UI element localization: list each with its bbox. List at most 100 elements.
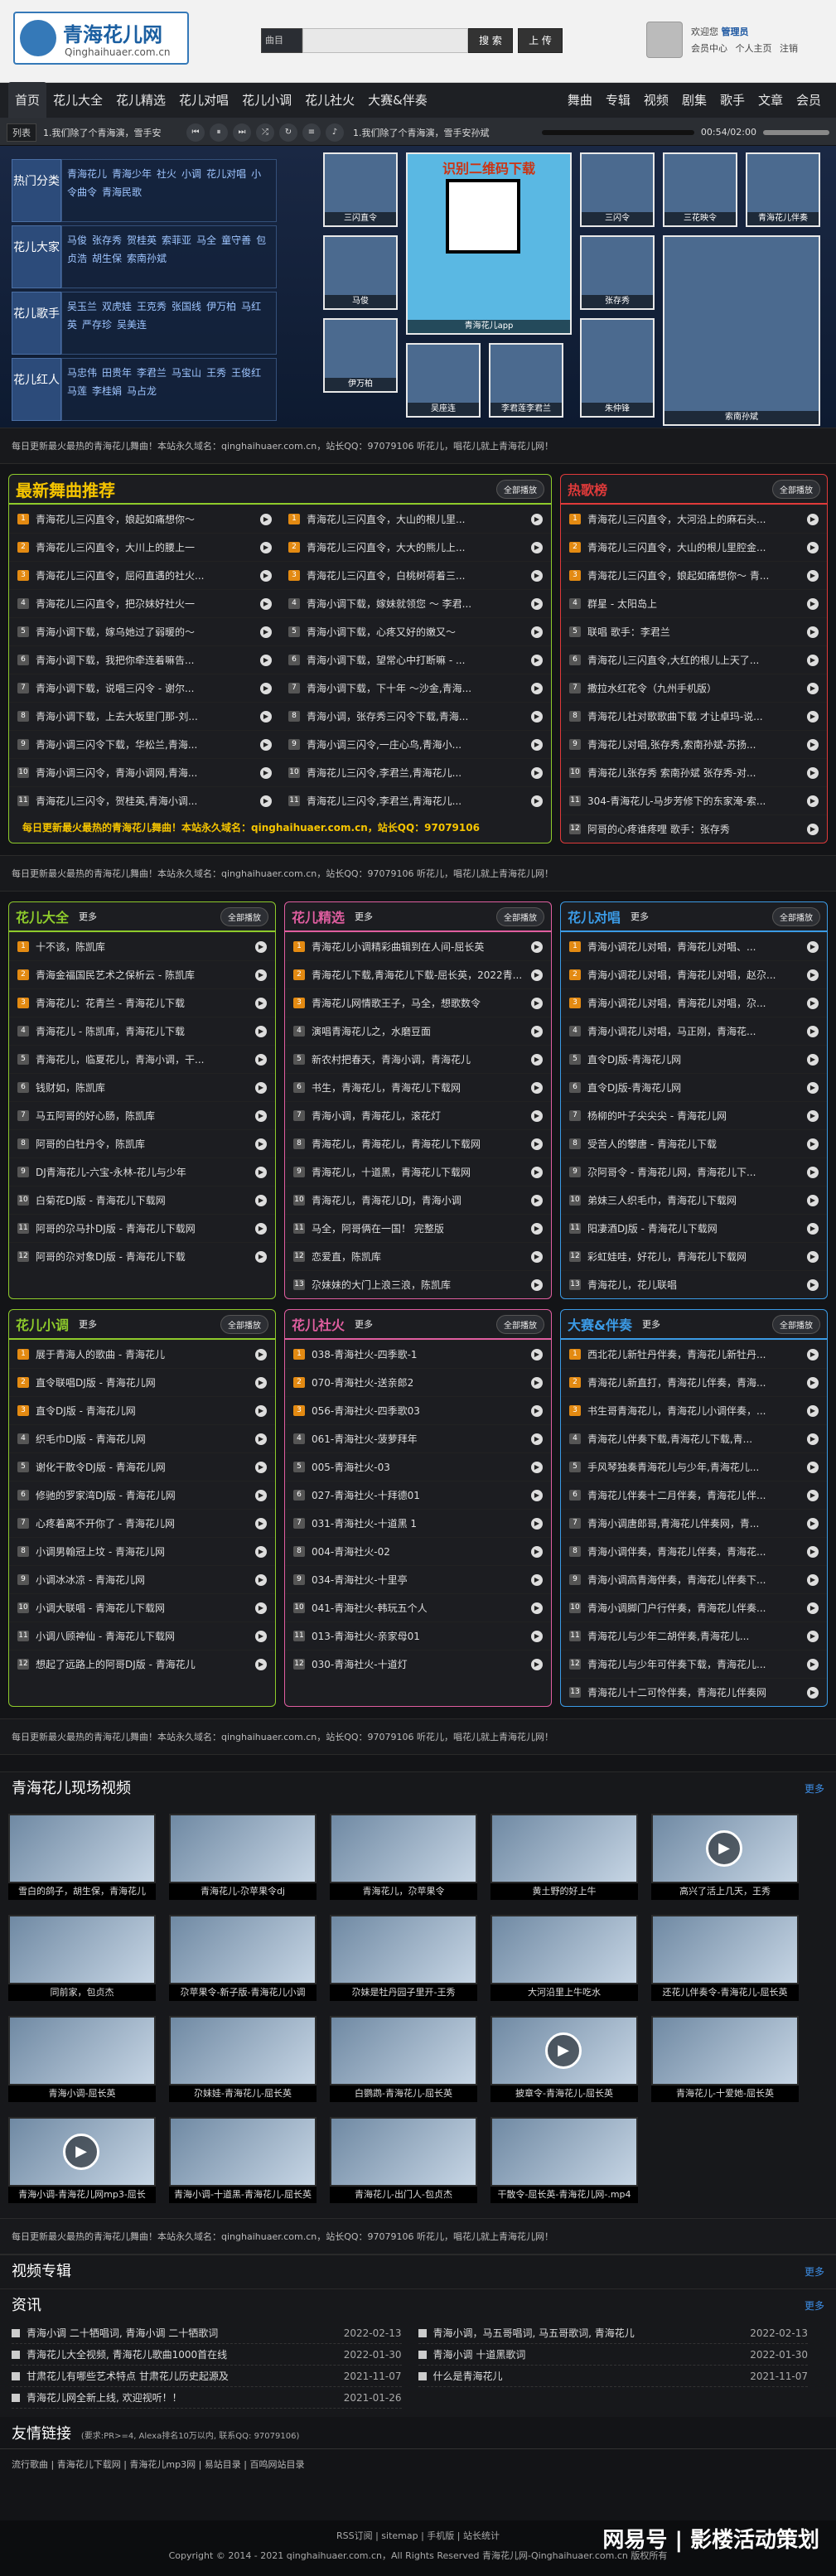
nav-item[interactable]: 花儿对唱 (172, 82, 235, 118)
play-icon[interactable]: ▶ (807, 795, 819, 807)
song-item[interactable]: 8 受苦人的攀唐 - 青海花儿下载 ▶ (561, 1129, 827, 1158)
song-title[interactable]: 青海花儿与少年二胡伴奏,青海花儿... (587, 1629, 807, 1643)
nav-item[interactable]: 大赛&伴奏 (361, 82, 434, 118)
volume-slider[interactable] (763, 129, 829, 135)
play-icon[interactable]: ▶ (260, 569, 272, 582)
nav-item[interactable]: 花儿社火 (298, 82, 361, 118)
album-more-link[interactable]: 更多 (805, 2255, 824, 2288)
singer-tile[interactable]: 索南孙斌 (663, 235, 820, 426)
song-item[interactable]: 9 青海小调高青海伴奏，青海花儿伴奏下... ▶ (561, 1565, 827, 1593)
song-item[interactable]: 8 青海小调伴奏，青海花儿伴奏，青海花... ▶ (561, 1537, 827, 1565)
play-icon[interactable]: ▶ (531, 1630, 543, 1642)
video-caption[interactable]: 同前家，包贞杰 (8, 1984, 156, 2001)
play-icon[interactable]: ▶ (255, 1433, 267, 1445)
video-card[interactable]: 还花儿伴奏令-青海花儿-屈长英 (651, 1915, 799, 2001)
song-item[interactable]: 9 青海花儿对唱,张存秀,索南孙斌-苏扬... ▶ (561, 730, 827, 758)
song-item[interactable]: 11 304-青海花儿-马步芳修下的东家淹-索... ▶ (561, 786, 827, 814)
play-icon[interactable]: ▶ (255, 1348, 267, 1360)
video-caption[interactable]: 白鹦鹉-青海花儿-屈长英 (330, 2085, 477, 2102)
song-title[interactable]: 013-青海社火-亲家母01 (312, 1629, 531, 1643)
song-title[interactable]: 青海小调花儿对唱，青海花儿对唱、... (587, 940, 807, 954)
video-card[interactable]: 青海花儿-尕苹果令dj (169, 1814, 317, 1900)
song-item[interactable]: 9 青海小调三闪令下载，华松兰,青海... ▶ (9, 730, 280, 758)
play-icon[interactable]: ▶ (260, 738, 272, 751)
song-item[interactable]: 3 青海花儿三闪直令，白桃树荷着三... ▶ (280, 561, 551, 589)
song-title[interactable]: 修驰的罗家湾DJ版 - 青海花儿网 (36, 1488, 255, 1502)
play-icon[interactable]: ▶ (807, 1517, 819, 1530)
video-card[interactable]: 同前家，包贞杰 (8, 1915, 156, 2001)
singer-tile[interactable]: 三闪直令 (323, 152, 398, 227)
song-item[interactable]: 3 直令DJ版 - 青海花儿网 ▶ (9, 1396, 275, 1424)
song-item[interactable]: 8 青海花儿，青海花儿，青海花儿下载网 ▶ (285, 1129, 551, 1158)
song-item[interactable]: 10 白菊花DJ版 - 青海花儿下载网 ▶ (9, 1186, 275, 1214)
song-item[interactable]: 4 青海花儿三闪直令，把尕妹好社火一 ▶ (9, 589, 280, 617)
singer-tile[interactable]: 李君莲李君兰 (489, 343, 563, 418)
song-item[interactable]: 3 青海花儿三闪直令，娘起如痛想你～ 青... ▶ (561, 561, 827, 589)
more-link[interactable]: 更多 (631, 910, 649, 923)
avatar[interactable] (646, 22, 683, 58)
news-title[interactable]: 青海小调 二十牺唱词, 青海小调 二十牺歌词 (27, 2322, 218, 2343)
play-icon[interactable]: ▶ (531, 597, 543, 610)
song-title[interactable]: 青海小调三闪令下载，华松兰,青海... (36, 737, 260, 752)
song-item[interactable]: 5 青海小调下载，嫁乌她过了弱暖的～ ▶ (9, 617, 280, 645)
play-icon[interactable]: ▶ (531, 1404, 543, 1417)
video-thumbnail[interactable] (330, 1915, 477, 1984)
play-icon[interactable]: ▶ (255, 1404, 267, 1417)
play-icon[interactable]: ▶ (531, 1166, 543, 1178)
song-title[interactable]: 青海小调，青海花儿，滚花灯 (312, 1109, 531, 1123)
category-link[interactable]: 李君兰 (137, 367, 167, 379)
singer-tile[interactable]: 三闪令 (580, 152, 655, 227)
song-item[interactable]: 7 青海小调下载，说唱三闪令 - 谢尔... ▶ (9, 674, 280, 702)
play-icon[interactable]: ▶ (807, 1109, 819, 1122)
video-card[interactable]: 黄土野的好上牛 (490, 1814, 638, 1900)
song-item[interactable]: 9 青海花儿，十道黑，青海花儿下载网 ▶ (285, 1158, 551, 1186)
song-title[interactable]: 青海小调，张存秀三闪令下载,青海... (307, 709, 531, 723)
video-thumbnail[interactable] (651, 1915, 799, 1984)
song-title[interactable]: 青海花儿三闪直令，大山的根儿里... (307, 512, 531, 526)
song-item[interactable]: 2 070-青海社火-送亲郎2 ▶ (285, 1368, 551, 1396)
play-icon[interactable]: ▶ (531, 1109, 543, 1122)
user-name[interactable]: 管理员 (722, 27, 749, 37)
progress-bar[interactable] (542, 129, 694, 135)
play-icon[interactable]: ▶ (531, 1081, 543, 1094)
song-title[interactable]: 群星 - 太阳岛上 (587, 597, 807, 611)
play-icon[interactable]: ▶ (255, 1138, 267, 1150)
song-item[interactable]: 11 马全，阿哥俩在一国！ 完整版 ▶ (285, 1214, 551, 1242)
song-title[interactable]: DJ青海花儿-六宝-永林-花儿与少年 (36, 1165, 255, 1179)
play-icon[interactable]: ▶ (255, 1517, 267, 1530)
video-card[interactable]: 青海小调-十道黑-青海花儿-屈长英 (169, 2117, 317, 2203)
play-button-icon[interactable]: ▶ (63, 2134, 99, 2170)
song-item[interactable]: 9 034-青海社火-十里亭 ▶ (285, 1565, 551, 1593)
song-title[interactable]: 马五阿哥的好心肠，陈凯库 (36, 1109, 255, 1123)
song-title[interactable]: 联唱 歌手：李君兰 (587, 625, 807, 639)
song-title[interactable]: 织毛巾DJ版 - 青海花儿网 (36, 1432, 255, 1446)
singer-tile[interactable]: 吴座连 (406, 343, 481, 418)
play-icon[interactable]: ▶ (807, 513, 819, 525)
song-title[interactable]: 031-青海社火-十道黑 1 (312, 1516, 531, 1530)
song-title[interactable]: 青海花儿，青海花儿DJ，青海小调 (312, 1193, 531, 1207)
song-title[interactable]: 青海花儿伴奏下载,青海花儿下载,青... (587, 1432, 807, 1446)
song-title[interactable]: 展于青海人的歌曲 - 青海花儿 (36, 1347, 255, 1361)
song-title[interactable]: 青海花儿三闪令,李君兰,青海花儿... (307, 794, 531, 808)
nav-item[interactable]: 会员 (790, 82, 828, 118)
song-title[interactable]: 青海小调下载，上去大坂里门那-刘... (36, 709, 260, 723)
play-icon[interactable]: ▶ (807, 1489, 819, 1501)
song-title[interactable]: 阿哥的心疼谁疼哩 歌手：张存秀 (587, 822, 807, 836)
song-item[interactable]: 11 阿哥的尕马扑DJ版 - 青海花儿下载网 ▶ (9, 1214, 275, 1242)
song-item[interactable]: 11 阳凄酒DJ版 - 青海花儿下载网 ▶ (561, 1214, 827, 1242)
song-title[interactable]: 070-青海社火-送亲郎2 (312, 1375, 531, 1389)
play-icon[interactable]: ▶ (807, 1025, 819, 1037)
category-link[interactable]: 田贵年 (102, 367, 132, 379)
play-icon[interactable]: ▶ (531, 1376, 543, 1389)
search-input[interactable] (302, 28, 468, 53)
play-icon[interactable]: ▶ (807, 823, 819, 835)
song-item[interactable]: 10 青海花儿，青海花儿DJ，青海小调 ▶ (285, 1186, 551, 1214)
song-title[interactable]: 青海花儿伴奏十二月伴奏，青海花儿伴... (587, 1488, 807, 1502)
song-title[interactable]: 手风琴独奏青海花儿与少年,青海花儿... (587, 1460, 807, 1474)
song-item[interactable]: 7 青海小调唐郎哥,青海花儿伴奏网，青... ▶ (561, 1509, 827, 1537)
song-item[interactable]: 10 青海小调三闪令，青海小调网,青海... ▶ (9, 758, 280, 786)
play-icon[interactable]: ▶ (255, 1081, 267, 1094)
play-icon[interactable]: ▶ (260, 682, 272, 694)
play-icon[interactable]: ▶ (531, 654, 543, 666)
news-row[interactable]: 甘肃花儿有哪些艺术特点 甘肃花儿历史起源及 2021-11-07 (12, 2366, 402, 2387)
